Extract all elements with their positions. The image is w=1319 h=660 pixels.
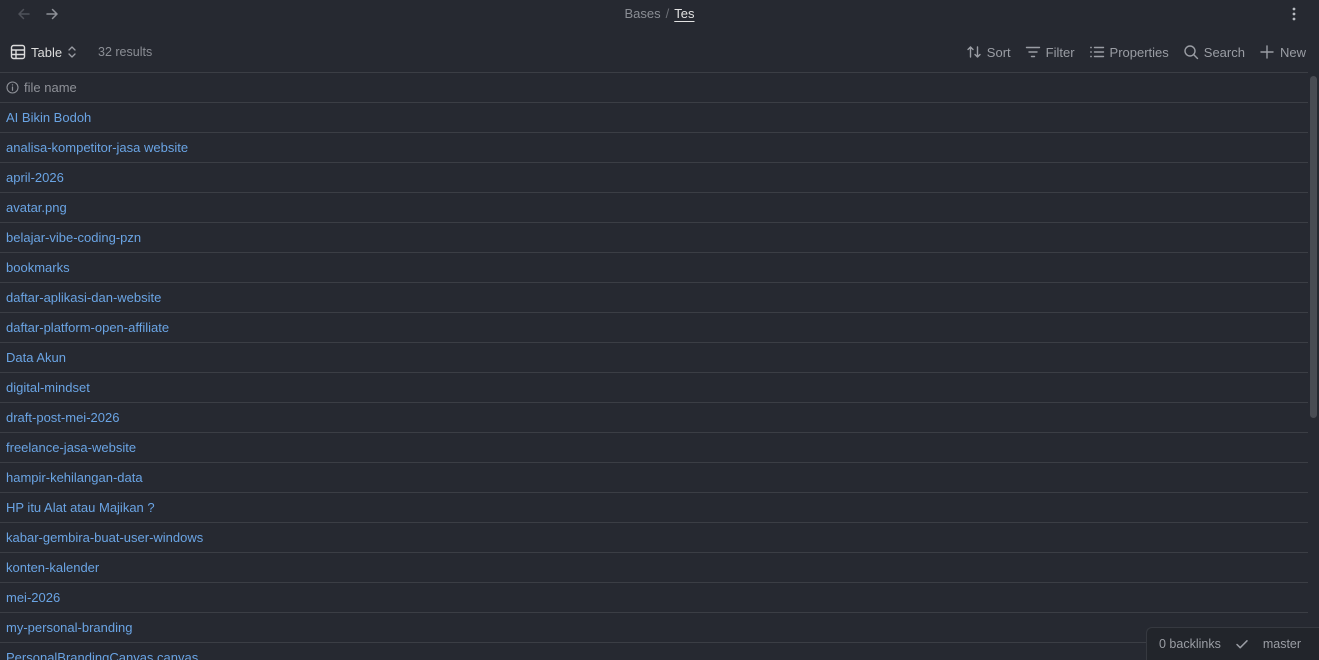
table-body: AI Bikin Bodoh analisa-kompetitor-jasa w… bbox=[0, 103, 1308, 660]
file-link[interactable]: daftar-aplikasi-dan-website bbox=[6, 290, 161, 305]
file-link[interactable]: my-personal-branding bbox=[6, 620, 132, 635]
filter-icon bbox=[1025, 44, 1041, 60]
table-row: freelance-jasa-website bbox=[0, 433, 1308, 463]
file-link[interactable]: kabar-gembira-buat-user-windows bbox=[6, 530, 203, 545]
info-icon bbox=[6, 81, 19, 94]
results-table: file name AI Bikin Bodoh analisa-kompeti… bbox=[0, 72, 1308, 660]
file-link[interactable]: analisa-kompetitor-jasa website bbox=[6, 140, 188, 155]
search-label: Search bbox=[1203, 44, 1245, 60]
toolbar-actions: Sort Filter Properties Search New bbox=[952, 42, 1306, 62]
chevron-up-down-icon bbox=[67, 45, 77, 59]
title-bar: Bases / Tes bbox=[0, 0, 1319, 28]
table-row: draft-post-mei-2026 bbox=[0, 403, 1308, 433]
table-row: april-2026 bbox=[0, 163, 1308, 193]
breadcrumb: Bases / Tes bbox=[0, 6, 1319, 21]
breadcrumb-parent[interactable]: Bases bbox=[625, 6, 661, 21]
breadcrumb-separator: / bbox=[665, 6, 670, 21]
table-icon bbox=[10, 44, 26, 60]
breadcrumb-current[interactable]: Tes bbox=[674, 6, 694, 21]
table-row: AI Bikin Bodoh bbox=[0, 103, 1308, 133]
table-row: Data Akun bbox=[0, 343, 1308, 373]
table-row: hampir-kehilangan-data bbox=[0, 463, 1308, 493]
file-link[interactable]: daftar-platform-open-affiliate bbox=[6, 320, 169, 335]
file-link[interactable]: hampir-kehilangan-data bbox=[6, 470, 143, 485]
filter-label: Filter bbox=[1045, 44, 1075, 60]
file-link[interactable]: Data Akun bbox=[6, 350, 66, 365]
file-link[interactable]: AI Bikin Bodoh bbox=[6, 110, 91, 125]
results-count: 32 results bbox=[98, 45, 153, 59]
filter-button[interactable]: Filter bbox=[1025, 44, 1075, 60]
file-link[interactable]: konten-kalender bbox=[6, 560, 99, 575]
table-row: kabar-gembira-buat-user-windows bbox=[0, 523, 1308, 553]
table-row: belajar-vibe-coding-pzn bbox=[0, 223, 1308, 253]
table-row: daftar-platform-open-affiliate bbox=[0, 313, 1308, 343]
file-link[interactable]: april-2026 bbox=[6, 170, 64, 185]
file-link[interactable]: avatar.png bbox=[6, 200, 67, 215]
file-link[interactable]: draft-post-mei-2026 bbox=[6, 410, 119, 425]
table-row: PersonalBrandingCanvas.canvas bbox=[0, 643, 1308, 660]
more-options-icon[interactable] bbox=[1285, 5, 1303, 23]
vertical-scrollbar[interactable] bbox=[1310, 76, 1317, 418]
column-header[interactable]: file name bbox=[0, 73, 1308, 103]
list-icon bbox=[1089, 44, 1105, 60]
search-icon bbox=[1183, 44, 1199, 60]
sort-icon bbox=[966, 44, 982, 60]
sort-button[interactable]: Sort bbox=[966, 44, 1011, 60]
file-link[interactable]: PersonalBrandingCanvas.canvas bbox=[6, 650, 198, 660]
check-icon bbox=[1235, 637, 1249, 651]
new-label: New bbox=[1279, 44, 1306, 60]
properties-button[interactable]: Properties bbox=[1089, 44, 1169, 60]
table-row: my-personal-branding bbox=[0, 613, 1308, 643]
sort-label: Sort bbox=[986, 44, 1011, 60]
table-row: mei-2026 bbox=[0, 583, 1308, 613]
file-link[interactable]: mei-2026 bbox=[6, 590, 60, 605]
file-link[interactable]: freelance-jasa-website bbox=[6, 440, 136, 455]
plus-icon bbox=[1259, 44, 1275, 60]
table-row: avatar.png bbox=[0, 193, 1308, 223]
table-row: analisa-kompetitor-jasa website bbox=[0, 133, 1308, 163]
column-header-label: file name bbox=[24, 80, 77, 95]
git-branch[interactable]: master bbox=[1263, 637, 1301, 651]
new-button[interactable]: New bbox=[1259, 44, 1306, 60]
table-row: bookmarks bbox=[0, 253, 1308, 283]
file-link[interactable]: digital-mindset bbox=[6, 380, 90, 395]
table-row: digital-mindset bbox=[0, 373, 1308, 403]
file-link[interactable]: belajar-vibe-coding-pzn bbox=[6, 230, 141, 245]
file-link[interactable]: bookmarks bbox=[6, 260, 70, 275]
search-button[interactable]: Search bbox=[1183, 44, 1245, 60]
table-row: daftar-aplikasi-dan-website bbox=[0, 283, 1308, 313]
file-link[interactable]: HP itu Alat atau Majikan ? bbox=[6, 500, 155, 515]
bases-toolbar: Table 32 results Sort Filter Properties bbox=[0, 38, 1319, 66]
status-bar: 0 backlinks master bbox=[1146, 627, 1319, 660]
table-row: konten-kalender bbox=[0, 553, 1308, 583]
backlinks-count[interactable]: 0 backlinks bbox=[1159, 637, 1221, 651]
properties-label: Properties bbox=[1109, 44, 1169, 60]
view-switcher[interactable]: Table bbox=[10, 42, 77, 62]
table-row: HP itu Alat atau Majikan ? bbox=[0, 493, 1308, 523]
view-label: Table bbox=[31, 44, 63, 60]
